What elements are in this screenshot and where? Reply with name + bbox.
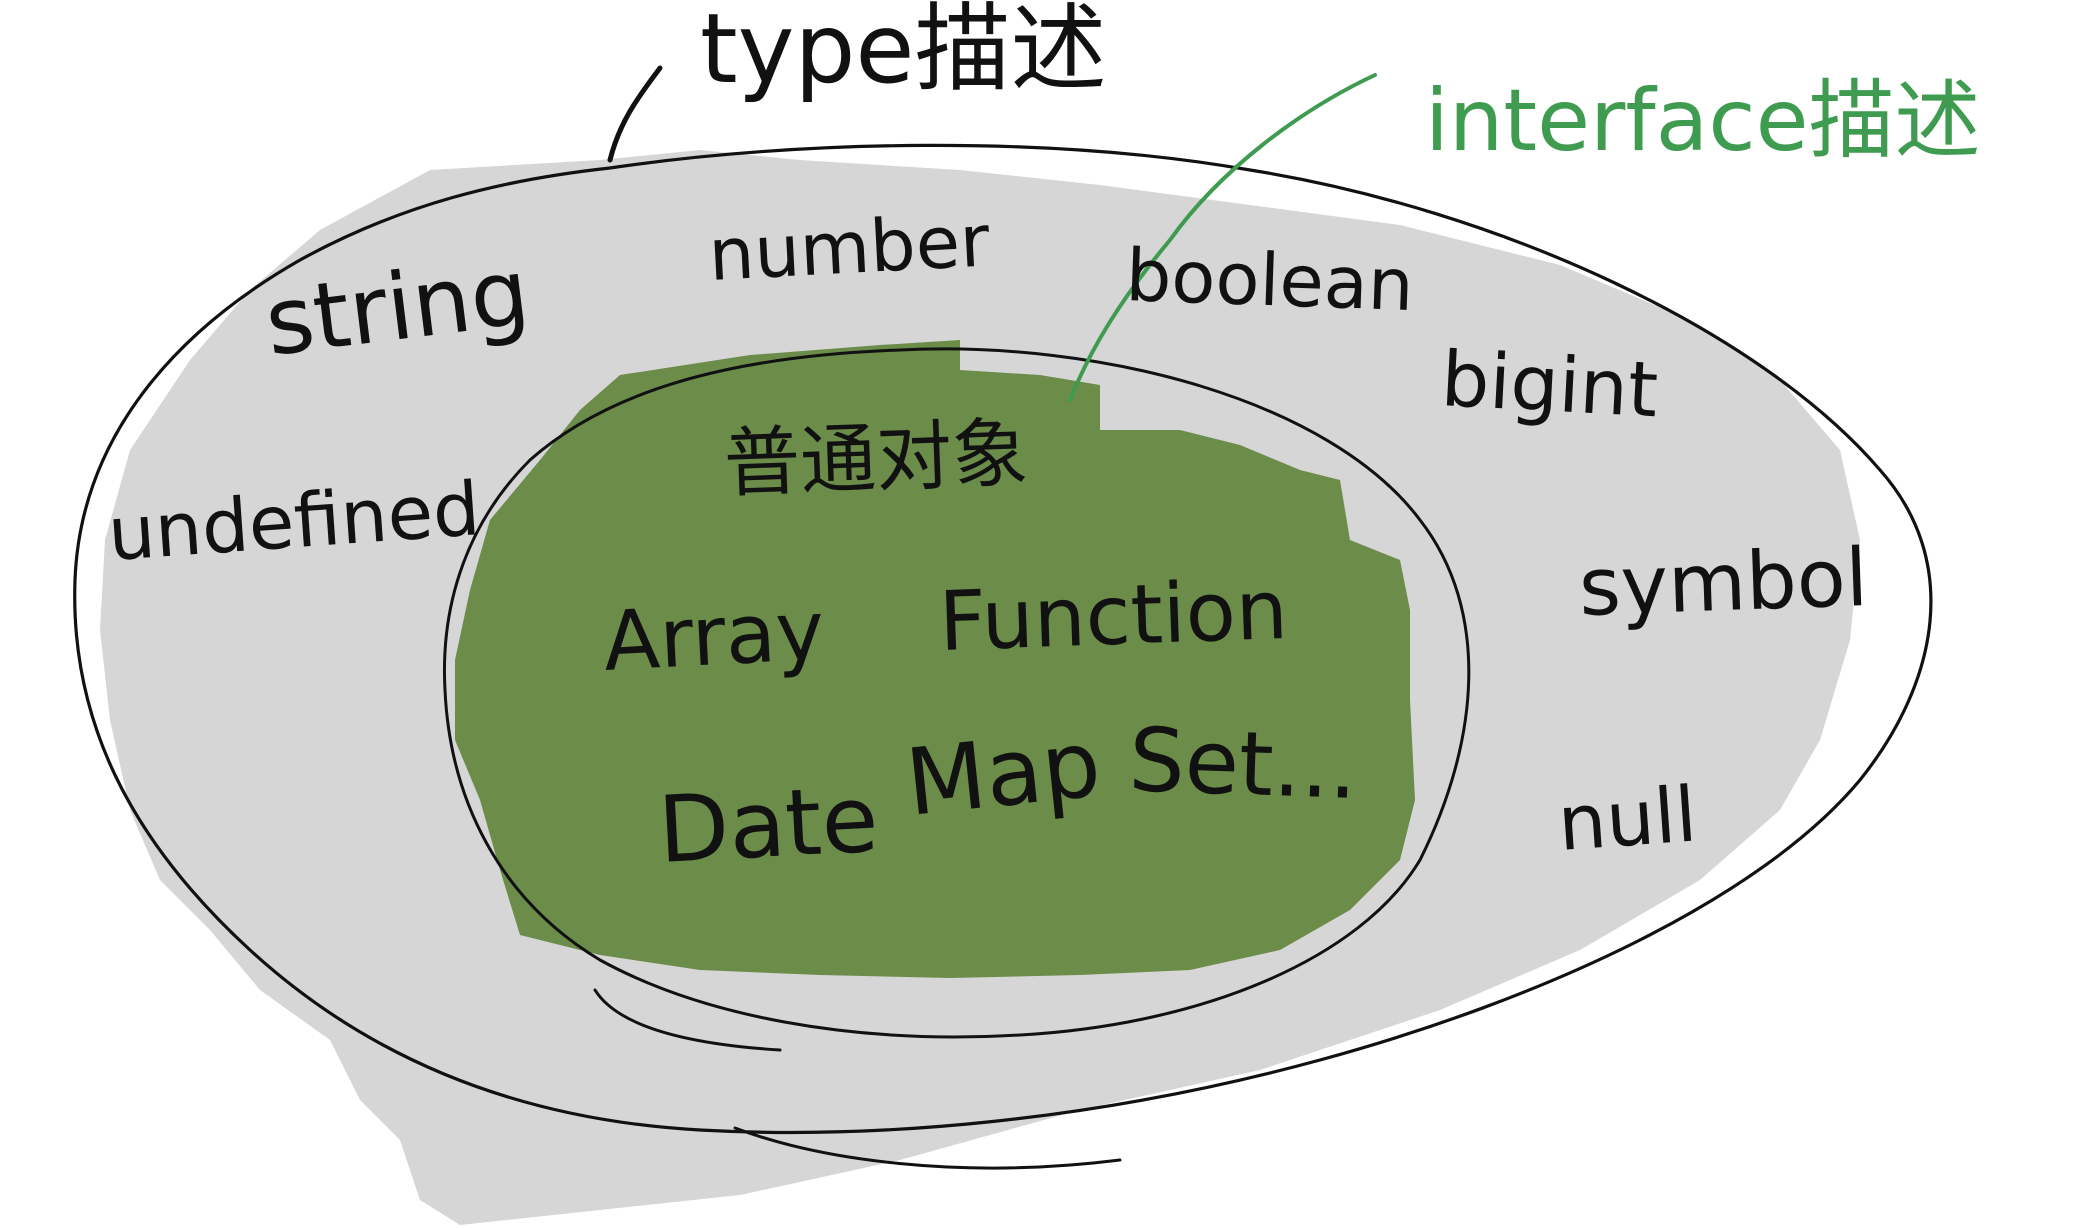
type-interface-diagram: type描述 interface描述 string number boolean…: [73, 0, 1981, 1225]
label-symbol: symbol: [1577, 531, 1869, 634]
label-number: number: [706, 198, 991, 297]
label-null: null: [1555, 770, 1699, 868]
interface-caption: interface描述: [1425, 71, 1981, 171]
label-plain-object: 普通对象: [723, 408, 1030, 508]
label-set: Set...: [1127, 708, 1359, 819]
type-caption: type描述: [700, 0, 1106, 105]
label-array: Array: [601, 584, 827, 690]
type-pointer-line: [607, 65, 663, 163]
label-date: Date: [656, 766, 881, 884]
label-bigint: bigint: [1439, 334, 1660, 434]
label-map: Map: [901, 710, 1105, 837]
label-function: Function: [937, 563, 1289, 670]
label-boolean: boolean: [1124, 233, 1415, 327]
